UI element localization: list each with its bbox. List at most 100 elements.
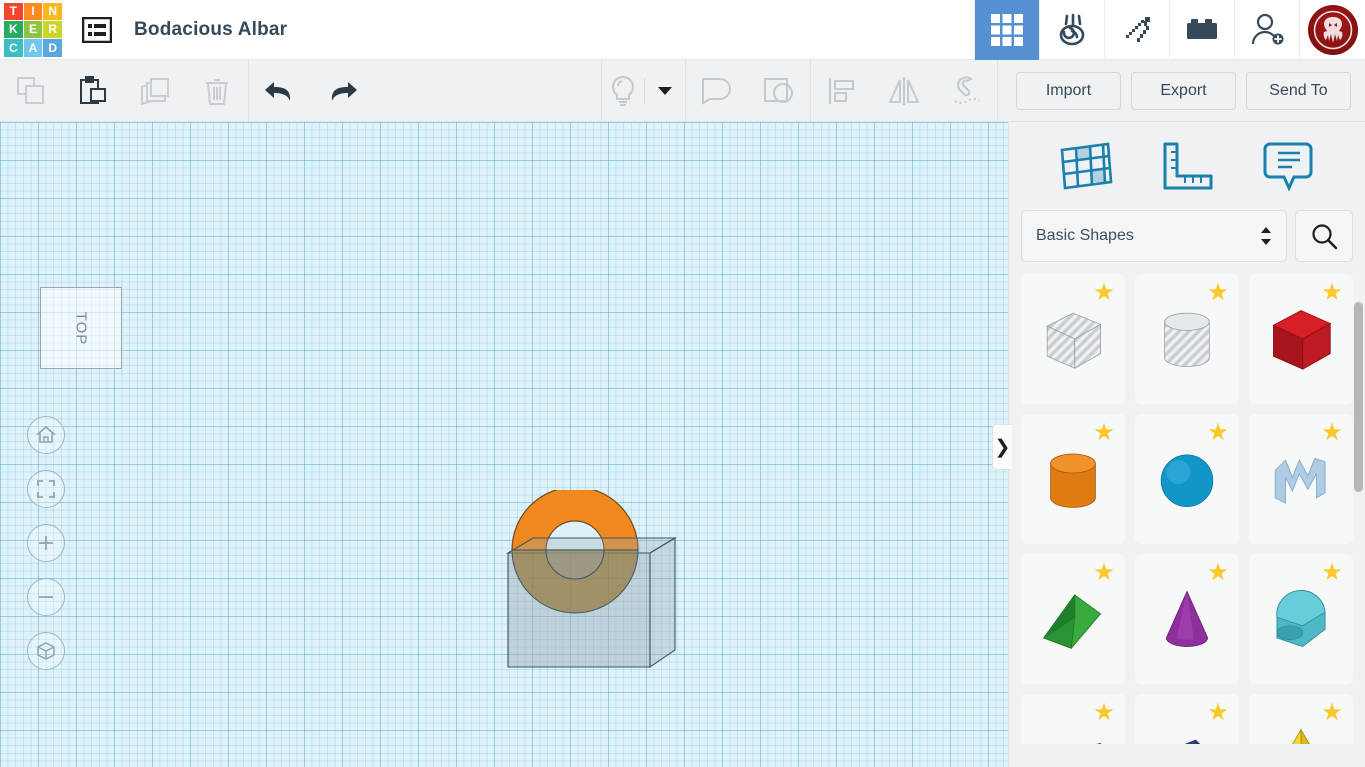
panel-tool-icons bbox=[1009, 122, 1365, 210]
logo-tile-a: A bbox=[23, 39, 43, 57]
shape-grid-scrollbar[interactable] bbox=[1354, 302, 1363, 492]
shape-box-hole-thumbnail bbox=[1046, 312, 1102, 369]
notes-button[interactable] bbox=[1255, 136, 1321, 196]
send-to-button[interactable]: Send To bbox=[1246, 71, 1351, 110]
bricks-button[interactable] bbox=[1169, 0, 1234, 60]
favorite-star-icon[interactable]: ★ bbox=[1321, 421, 1343, 445]
design-list-button[interactable] bbox=[78, 11, 116, 49]
perspective-toggle-button[interactable] bbox=[27, 632, 65, 670]
favorite-star-icon[interactable]: ★ bbox=[1321, 281, 1343, 305]
shape-scribble-thumbnail bbox=[1274, 457, 1326, 504]
tinkercad-logo[interactable]: TIN KER CAD bbox=[2, 1, 64, 59]
duplicate-button[interactable] bbox=[124, 60, 186, 122]
shape-text[interactable]: ★ bbox=[1021, 694, 1125, 744]
top-header-bar: TIN KER CAD Bodacious Albar bbox=[0, 0, 1365, 60]
clipboard-tool-group bbox=[0, 60, 248, 122]
view-cube[interactable]: TOP bbox=[40, 287, 122, 369]
shape-sphere[interactable]: ★ bbox=[1135, 414, 1239, 544]
workplane-button[interactable] bbox=[1053, 136, 1119, 196]
fit-view-button[interactable] bbox=[27, 470, 65, 508]
shape-sphere-thumbnail bbox=[1160, 454, 1214, 507]
copy-icon bbox=[17, 76, 44, 104]
favorite-star-icon[interactable]: ★ bbox=[1093, 561, 1115, 585]
import-button[interactable]: Import bbox=[1016, 71, 1121, 110]
copy-button[interactable] bbox=[0, 60, 62, 122]
lego-brick-icon bbox=[1187, 18, 1217, 39]
zoom-in-button[interactable] bbox=[27, 524, 65, 562]
ruler-icon bbox=[1163, 142, 1213, 190]
invite-button[interactable] bbox=[1234, 0, 1299, 60]
shape-library-value: Basic Shapes bbox=[1036, 227, 1134, 244]
shape-roof[interactable]: ★ bbox=[1021, 554, 1125, 684]
ungroup-button[interactable] bbox=[748, 60, 810, 122]
favorite-star-icon[interactable]: ★ bbox=[1207, 421, 1229, 445]
library-picker-row: Basic Shapes bbox=[1009, 210, 1365, 262]
main-toolbar: Import Export Send To bbox=[0, 59, 1365, 122]
logo-tile-d: D bbox=[43, 39, 62, 57]
paste-button[interactable] bbox=[62, 60, 124, 122]
lightbulb-icon bbox=[612, 75, 634, 106]
minecraft-button[interactable] bbox=[1104, 0, 1169, 60]
grid-apps-icon bbox=[991, 13, 1023, 46]
view-navigation-controls bbox=[27, 416, 65, 686]
align-button[interactable] bbox=[811, 60, 873, 122]
notes-icon bbox=[1263, 142, 1313, 192]
shape-cone[interactable]: ★ bbox=[1135, 554, 1239, 684]
home-icon bbox=[36, 425, 56, 443]
scene-objects[interactable] bbox=[500, 490, 700, 680]
light-button[interactable] bbox=[602, 60, 644, 122]
delete-icon bbox=[206, 78, 228, 105]
stepper-arrows-icon bbox=[1260, 227, 1272, 245]
shape-round-roof[interactable]: ★ bbox=[1249, 554, 1353, 684]
shape-search-button[interactable] bbox=[1295, 210, 1353, 262]
shape-cylinder-hole[interactable]: ★ bbox=[1135, 274, 1239, 404]
favorite-star-icon[interactable]: ★ bbox=[1207, 281, 1229, 305]
light-dropdown-button[interactable] bbox=[645, 60, 685, 122]
redo-icon bbox=[331, 81, 357, 101]
grid-apps-button[interactable] bbox=[974, 0, 1039, 60]
undo-button[interactable] bbox=[249, 60, 311, 122]
shape-cylinder[interactable]: ★ bbox=[1021, 414, 1125, 544]
avatar[interactable] bbox=[1307, 4, 1358, 55]
group-button[interactable] bbox=[686, 60, 748, 122]
favorite-star-icon[interactable]: ★ bbox=[1207, 701, 1229, 725]
file-action-buttons: Import Export Send To bbox=[1006, 71, 1365, 110]
search-icon bbox=[1312, 224, 1338, 250]
group-tool-group bbox=[686, 60, 810, 122]
codeblocks-button[interactable] bbox=[1039, 0, 1104, 60]
delete-button[interactable] bbox=[186, 60, 248, 122]
duplicate-icon bbox=[141, 77, 169, 105]
page-title[interactable]: Bodacious Albar bbox=[134, 19, 287, 41]
snap-button[interactable] bbox=[935, 60, 997, 122]
mirror-button[interactable] bbox=[873, 60, 935, 122]
light-tool-group bbox=[602, 60, 685, 122]
shape-box-hole[interactable]: ★ bbox=[1021, 274, 1125, 404]
redo-button[interactable] bbox=[311, 60, 373, 122]
undo-icon bbox=[265, 81, 291, 101]
logo-tile-c: C bbox=[4, 39, 23, 57]
favorite-star-icon[interactable]: ★ bbox=[1093, 281, 1115, 305]
favorite-star-icon[interactable]: ★ bbox=[1207, 561, 1229, 585]
favorite-star-icon[interactable]: ★ bbox=[1093, 421, 1115, 445]
workplane-canvas[interactable]: TOP bbox=[0, 122, 1008, 767]
shape-pyramid[interactable]: ★ bbox=[1249, 694, 1353, 744]
align-tool-group bbox=[811, 60, 997, 122]
favorite-star-icon[interactable]: ★ bbox=[1321, 701, 1343, 725]
avatar-container[interactable] bbox=[1299, 0, 1365, 60]
shape-library-select[interactable]: Basic Shapes bbox=[1021, 210, 1287, 262]
shape-wedge[interactable]: ★ bbox=[1135, 694, 1239, 744]
list-icon bbox=[82, 16, 112, 43]
panel-collapse-button[interactable]: ❯ bbox=[992, 424, 1012, 470]
cube-icon bbox=[37, 642, 55, 660]
favorite-star-icon[interactable]: ★ bbox=[1093, 701, 1115, 725]
model-svg bbox=[506, 490, 677, 669]
shape-grid: ★ ★ ★ ★ ★ ★ ★ ★ ★ ★ ★ ★ bbox=[1009, 274, 1365, 744]
zoom-out-button[interactable] bbox=[27, 578, 65, 616]
home-view-button[interactable] bbox=[27, 416, 65, 454]
shape-scribble[interactable]: ★ bbox=[1249, 414, 1353, 544]
ruler-button[interactable] bbox=[1154, 136, 1220, 196]
shape-box[interactable]: ★ bbox=[1249, 274, 1353, 404]
favorite-star-icon[interactable]: ★ bbox=[1321, 561, 1343, 585]
group-icon bbox=[702, 77, 731, 105]
export-button[interactable]: Export bbox=[1131, 71, 1236, 110]
